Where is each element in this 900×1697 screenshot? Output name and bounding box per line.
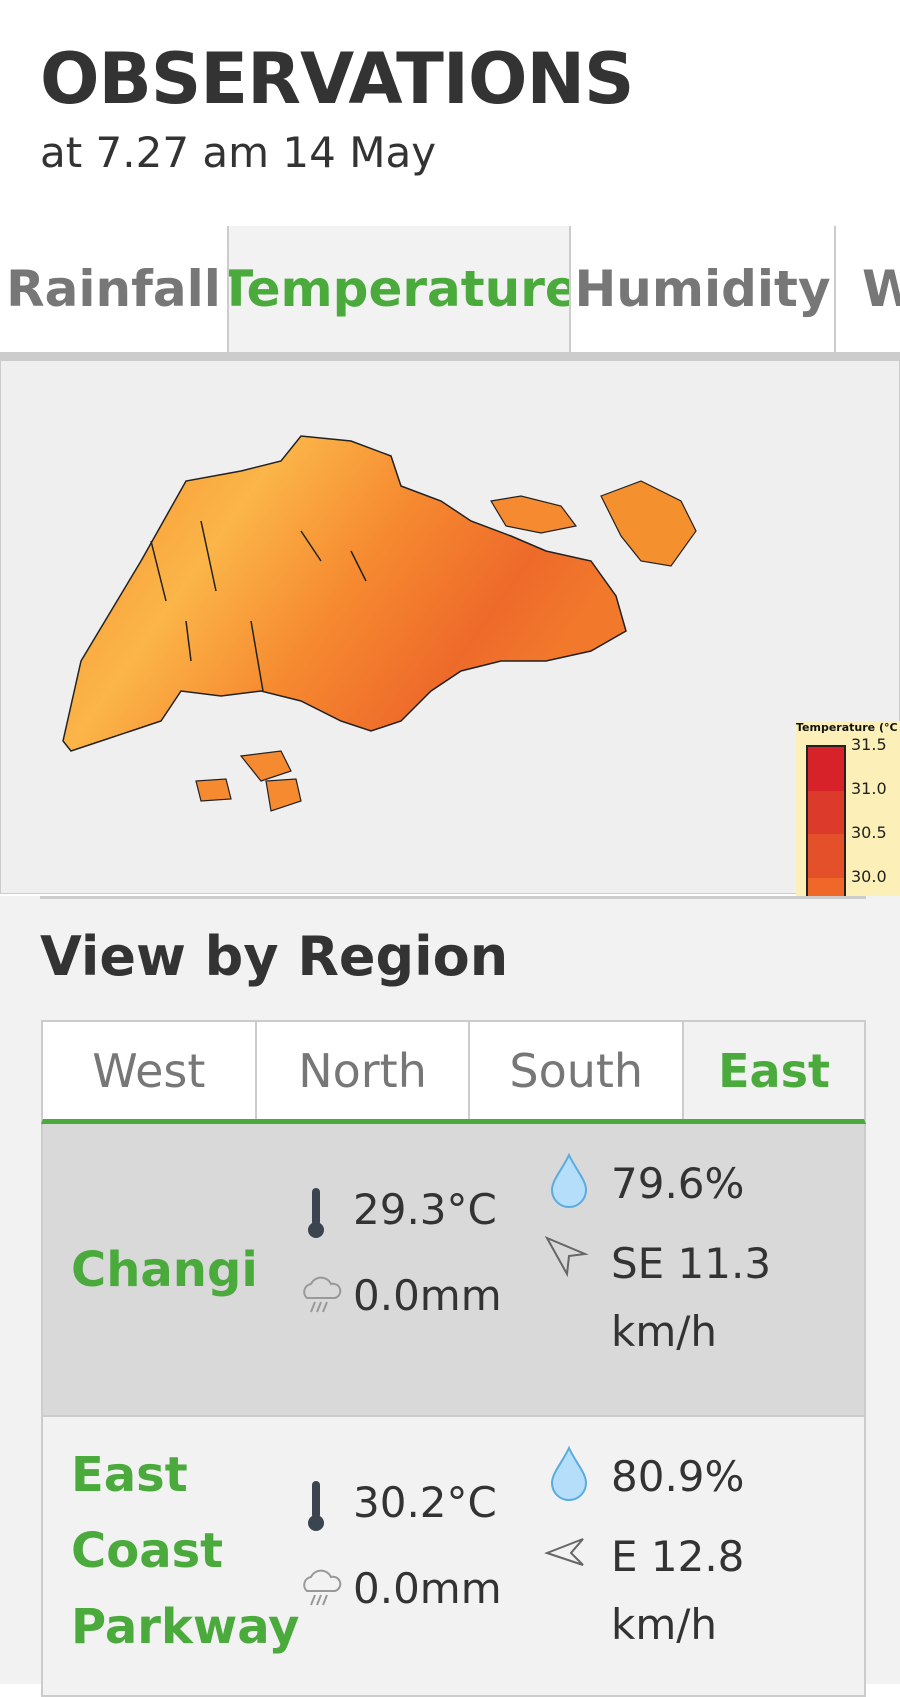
- color-band: [808, 834, 844, 878]
- humidity-value: 80.9%: [611, 1452, 745, 1501]
- station-row[interactable]: East Coast Parkway 30.2°C 0.0mm 80.9% E …: [41, 1417, 866, 1697]
- section-divider: [40, 896, 866, 899]
- rain-cloud-icon: [303, 1569, 342, 1606]
- region-tab-west[interactable]: West: [43, 1022, 257, 1119]
- wind-direction-icon: [544, 1538, 584, 1566]
- station-name: Changi: [71, 1242, 258, 1298]
- region-tab-north[interactable]: North: [257, 1022, 471, 1119]
- tab-divider: [0, 352, 900, 360]
- pulau-ubin: [490, 495, 578, 534]
- tab-wind[interactable]: W: [836, 226, 900, 352]
- rain-cloud-icon: [303, 1276, 342, 1313]
- color-band: [808, 790, 844, 835]
- singapore-map: [62, 435, 697, 812]
- station-name: East Coast Parkway: [71, 1437, 299, 1665]
- tab-temperature[interactable]: Temperature: [229, 226, 571, 352]
- legend-title: Temperature (°C: [796, 721, 898, 734]
- station-row[interactable]: Changi 29.3°C 0.0mm 79.6% SE 11.3 km/h: [41, 1124, 866, 1417]
- page-title: OBSERVATIONS: [40, 38, 634, 120]
- color-band: [808, 747, 844, 791]
- observation-time: at 7.27 am 14 May: [40, 128, 437, 177]
- thermometer-icon: [308, 1188, 324, 1238]
- legend-tick: 30.5: [851, 823, 887, 842]
- observation-tabs: Rainfall Temperature Humidity W: [0, 226, 900, 352]
- main-island: [62, 435, 627, 752]
- wind-direction-icon: [544, 1235, 589, 1278]
- wind-unit: km/h: [611, 1600, 718, 1649]
- humidity-drop-icon: [550, 1152, 588, 1208]
- southern-islands: [195, 750, 302, 812]
- thermometer-icon: [308, 1481, 324, 1531]
- legend-tick: 31.0: [851, 779, 887, 798]
- temperature-value: 30.2°C: [353, 1478, 497, 1527]
- region-title: View by Region: [40, 925, 509, 988]
- legend-tick: 31.5: [851, 735, 887, 754]
- region-tab-south[interactable]: South: [470, 1022, 685, 1119]
- temperature-map[interactable]: Temperature (°C 31.531.030.530.029.529.0…: [0, 360, 900, 1255]
- region-tabs: West North South East: [41, 1020, 866, 1124]
- rainfall-value: 0.0mm: [353, 1564, 502, 1613]
- region-tab-east[interactable]: East: [684, 1022, 864, 1119]
- pulau-tekong: [600, 480, 697, 567]
- humidity-drop-icon: [550, 1445, 588, 1501]
- temperature-value: 29.3°C: [353, 1185, 497, 1234]
- wind-value: E 12.8: [611, 1532, 745, 1581]
- humidity-value: 79.6%: [611, 1159, 745, 1208]
- station-name-line: Coast: [71, 1523, 224, 1579]
- wind-unit: km/h: [611, 1307, 718, 1356]
- tab-rainfall[interactable]: Rainfall: [0, 226, 229, 352]
- legend-tick: 30.0: [851, 867, 887, 886]
- station-name-line: East: [71, 1447, 188, 1503]
- rainfall-value: 0.0mm: [353, 1271, 502, 1320]
- station-name-line: Parkway: [71, 1599, 300, 1655]
- tab-humidity[interactable]: Humidity: [571, 226, 836, 352]
- wind-value: SE 11.3: [611, 1239, 772, 1288]
